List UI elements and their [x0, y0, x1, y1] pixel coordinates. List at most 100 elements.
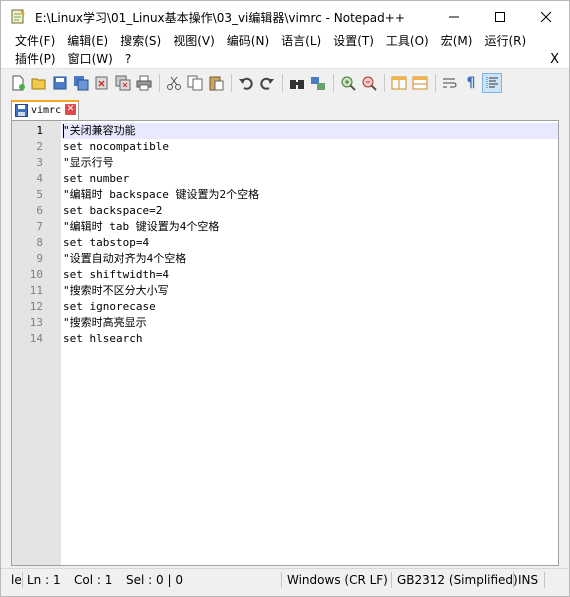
status-bar: le Ln : 1 Col : 1 Sel : 0 | 0 Windows (C… — [1, 568, 569, 593]
line-number: 4 — [36, 172, 43, 185]
print-button[interactable] — [135, 74, 153, 92]
code-line[interactable]: 3 "显示行号 — [12, 155, 558, 171]
status-separator — [281, 572, 282, 588]
redo-button[interactable] — [258, 74, 276, 92]
zoom-in-button[interactable] — [339, 74, 357, 92]
minimize-button[interactable] — [431, 1, 477, 32]
code-line[interactable]: 11 "搜索时不区分大小写 — [12, 283, 558, 299]
line-text: "搜索时不区分大小写 — [63, 284, 169, 297]
minimize-icon — [449, 16, 459, 17]
status-column: Col : 1 — [74, 573, 113, 587]
paste-button[interactable] — [207, 74, 225, 92]
code-line[interactable]: 7 "编辑时 tab 键设置为4个空格 — [12, 219, 558, 235]
line-text: set nocompatible — [63, 140, 169, 153]
sync-vertical-icon — [391, 76, 407, 89]
zoom-in-icon — [341, 76, 356, 91]
close-all-button[interactable] — [114, 74, 132, 92]
status-insert-mode[interactable]: INS — [518, 573, 538, 587]
menu-settings[interactable]: 设置(T) — [327, 32, 380, 50]
line-text: set shiftwidth=4 — [63, 268, 169, 281]
word-wrap-icon — [443, 78, 457, 87]
menu-macro[interactable]: 宏(M) — [435, 32, 479, 50]
sync-horizontal-button[interactable] — [411, 74, 429, 92]
undo-icon — [239, 77, 253, 90]
menu-run[interactable]: 运行(R) — [478, 32, 532, 50]
notepad-window: E:\Linux学习\01_Linux基本操作\03_vi编辑器\vimrc -… — [0, 0, 570, 597]
line-number: 8 — [36, 236, 43, 249]
copy-button[interactable] — [186, 74, 204, 92]
status-separator — [513, 572, 514, 588]
find-button[interactable] — [288, 74, 306, 92]
menu-view[interactable]: 视图(V) — [167, 32, 221, 50]
notepad-app-icon — [11, 9, 25, 24]
status-separator — [391, 572, 392, 588]
line-text: set backspace=2 — [63, 204, 163, 217]
status-separator — [544, 572, 545, 588]
save-all-icon — [74, 75, 89, 90]
line-text: "搜索时高亮显示 — [63, 316, 147, 329]
undo-button[interactable] — [237, 74, 255, 92]
word-wrap-button[interactable] — [441, 74, 459, 92]
status-file-type: le — [11, 573, 22, 587]
tab-label: vimrc — [31, 105, 62, 116]
menu-help[interactable]: ? — [119, 50, 137, 68]
editor-area[interactable]: 1 "关闭兼容功能 2 set nocompatible 3 "显示行号 4 s… — [11, 120, 559, 566]
line-text: "编辑时 tab 键设置为4个空格 — [63, 220, 220, 233]
toolbar: ¶ — [1, 68, 569, 96]
save-button[interactable] — [51, 74, 69, 92]
paste-icon — [209, 76, 224, 90]
code-line[interactable]: 6 set backspace=2 — [12, 203, 558, 219]
close-window-button[interactable] — [523, 1, 569, 32]
toolbar-separator — [384, 73, 385, 92]
line-number: 6 — [36, 204, 43, 217]
status-encoding[interactable]: GB2312 (Simplified) — [397, 573, 518, 587]
code-line[interactable]: 10 set shiftwidth=4 — [12, 267, 558, 283]
zoom-out-button[interactable] — [360, 74, 378, 92]
indent-guide-icon — [486, 76, 498, 89]
line-number: 9 — [36, 252, 43, 265]
code-line[interactable]: 8 set tabstop=4 — [12, 235, 558, 251]
menu-edit[interactable]: 编辑(E) — [61, 32, 114, 50]
code-line[interactable]: 14 set hlsearch — [12, 331, 558, 347]
code-line[interactable]: 9 "设置自动对齐为4个空格 — [12, 251, 558, 267]
maximize-button[interactable] — [477, 1, 523, 32]
toolbar-separator — [435, 73, 436, 92]
save-icon — [53, 76, 67, 89]
tab-vimrc[interactable]: vimrc ✕ — [11, 100, 79, 120]
close-file-icon — [95, 76, 108, 89]
save-all-button[interactable] — [72, 74, 90, 92]
menu-window[interactable]: 窗口(W) — [62, 50, 119, 68]
code-line[interactable]: 2 set nocompatible — [12, 139, 558, 155]
status-eol[interactable]: Windows (CR LF) — [287, 573, 388, 587]
menu-search[interactable]: 搜索(S) — [114, 32, 167, 50]
close-document-button[interactable]: X — [550, 51, 559, 69]
code-line[interactable]: 13 "搜索时高亮显示 — [12, 315, 558, 331]
show-all-chars-button[interactable]: ¶ — [462, 74, 480, 92]
menu-plugins[interactable]: 插件(P) — [9, 50, 62, 68]
new-file-button[interactable] — [9, 74, 27, 92]
code-line[interactable]: 12 set ignorecase — [12, 299, 558, 315]
menu-tools[interactable]: 工具(O) — [380, 32, 435, 50]
line-text: "编辑时 backspace 键设置为2个空格 — [63, 188, 260, 201]
replace-button[interactable] — [309, 74, 327, 92]
menu-language[interactable]: 语言(L) — [275, 32, 327, 50]
code-line[interactable]: 1 "关闭兼容功能 — [12, 123, 558, 139]
line-number: 1 — [36, 124, 43, 137]
code-line[interactable]: 4 set number — [12, 171, 558, 187]
open-file-button[interactable] — [30, 74, 48, 92]
maximize-icon — [495, 11, 505, 22]
sync-vertical-button[interactable] — [390, 74, 408, 92]
menu-encoding[interactable]: 编码(N) — [221, 32, 275, 50]
copy-icon — [187, 75, 203, 90]
line-text: "显示行号 — [63, 156, 114, 169]
menu-file[interactable]: 文件(F) — [9, 32, 61, 50]
code-line[interactable]: 5 "编辑时 backspace 键设置为2个空格 — [12, 187, 558, 203]
cut-button[interactable] — [165, 74, 183, 92]
close-file-button[interactable] — [93, 74, 111, 92]
new-file-icon — [12, 75, 25, 90]
show-all-chars-icon: ¶ — [466, 74, 476, 91]
title-bar: E:\Linux学习\01_Linux基本操作\03_vi编辑器\vimrc -… — [1, 1, 569, 32]
tab-close-button[interactable]: ✕ — [65, 104, 76, 115]
indent-guide-button[interactable] — [482, 72, 502, 93]
print-icon — [136, 75, 152, 90]
